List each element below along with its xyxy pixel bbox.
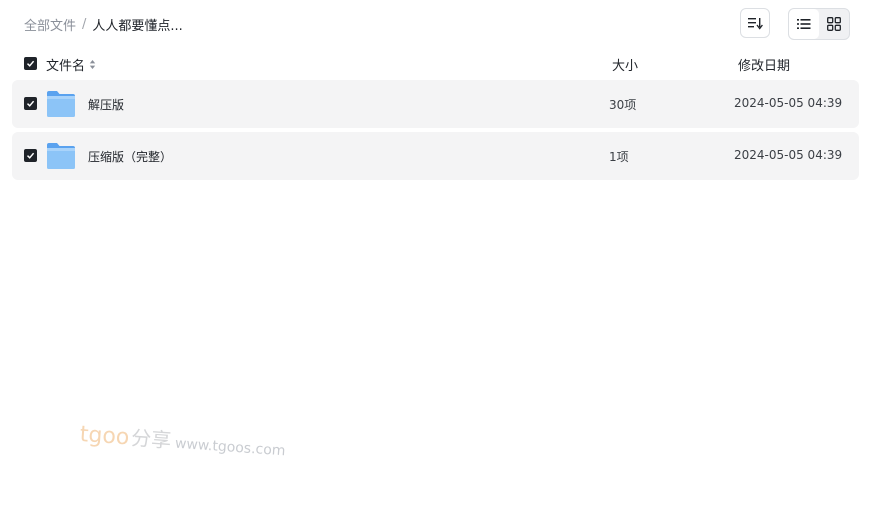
sort-list-icon <box>748 18 763 30</box>
file-name[interactable]: 解压版 <box>88 96 124 113</box>
watermark-brand: tgoo <box>78 422 131 451</box>
file-date: 2024-05-05 04:39 <box>734 148 843 162</box>
select-all-checkbox[interactable] <box>24 57 37 70</box>
watermark-cn: 分享 <box>130 425 173 453</box>
list-view-button[interactable] <box>789 9 819 39</box>
table-row[interactable]: 压缩版（完整） 1项 2024-05-05 04:39 <box>12 132 859 180</box>
file-size: 1项 <box>609 150 629 164</box>
column-header-name[interactable]: 文件名 <box>46 55 96 74</box>
folder-icon <box>47 143 75 169</box>
breadcrumb-separator: / <box>82 16 87 32</box>
table-row[interactable]: 解压版 30项 2024-05-05 04:39 <box>12 80 859 128</box>
row-checkbox[interactable] <box>24 149 37 162</box>
sort-button[interactable] <box>740 8 770 38</box>
check-icon <box>26 152 35 159</box>
grid-view-icon <box>827 17 841 31</box>
column-header-date[interactable]: 修改日期 <box>738 55 790 74</box>
breadcrumb-root-link[interactable]: 全部文件 <box>24 15 76 34</box>
check-icon <box>26 100 35 107</box>
watermark-url: www.tgoos.com <box>174 435 286 460</box>
check-icon <box>26 60 35 67</box>
file-size: 30项 <box>609 98 637 112</box>
row-checkbox[interactable] <box>24 97 37 110</box>
breadcrumb: 全部文件 / 人人都要懂点... <box>24 14 183 34</box>
view-toggle <box>788 8 850 40</box>
folder-icon <box>47 91 75 117</box>
watermark: tgoo 分享 www.tgoos.com <box>79 418 287 461</box>
column-header-name-label: 文件名 <box>46 59 86 74</box>
file-name[interactable]: 压缩版（完整） <box>88 148 172 165</box>
column-header-size[interactable]: 大小 <box>612 55 638 74</box>
list-view-icon <box>797 19 811 29</box>
table-header: 文件名 大小 修改日期 <box>24 54 859 74</box>
file-date: 2024-05-05 04:39 <box>734 96 843 110</box>
grid-view-button[interactable] <box>819 9 849 39</box>
sort-arrows-icon[interactable] <box>89 59 96 70</box>
breadcrumb-current: 人人都要懂点... <box>92 18 183 34</box>
